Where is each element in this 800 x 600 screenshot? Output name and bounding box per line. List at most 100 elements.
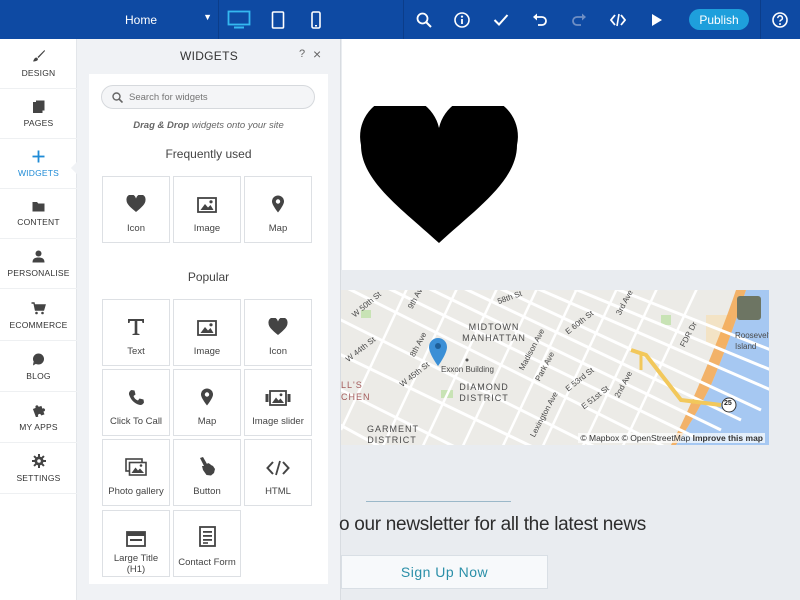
widget-tile-label: Image [193, 223, 221, 234]
improve-map-link[interactable]: Improve this map [693, 433, 763, 443]
image-icon [197, 320, 217, 336]
map-label: Roosevelt Island [735, 331, 769, 351]
nav-item-widgets[interactable]: WIDGETS [0, 139, 77, 189]
text-icon [128, 319, 144, 335]
tablet-view-button[interactable] [264, 0, 292, 39]
widget-tile-button[interactable]: Button [173, 439, 241, 506]
sign-up-button[interactable]: Sign Up Now [341, 555, 548, 589]
panel-close-button[interactable]: × [313, 46, 321, 62]
widget-tile-icon[interactable]: Icon [102, 176, 170, 243]
nav-item-blog[interactable]: BLOG [0, 342, 77, 392]
widget-tile-label: Icon [269, 346, 287, 357]
newsletter-divider [366, 501, 511, 502]
widget-tile-label: Text [127, 346, 145, 357]
map-label: CHEN [341, 392, 371, 402]
nav-item-my-apps[interactable]: MY APPS [0, 393, 77, 443]
info-button[interactable] [450, 0, 474, 39]
map-label: MIDTOWN MANHATTAN [462, 322, 526, 343]
panel-help-button[interactable]: ? [299, 48, 305, 60]
widget-tile-contact-form[interactable]: Contact Form [173, 510, 241, 577]
nav-item-label: DESIGN [21, 68, 56, 78]
page-selector-value: Home [125, 12, 158, 27]
widget-tile-html[interactable]: HTML [244, 439, 312, 506]
widget-tile-map[interactable]: Map [244, 176, 312, 243]
widget-tile-photo-gallery[interactable]: Photo gallery [102, 439, 170, 506]
toolbar-separator [403, 0, 404, 39]
map-label: DIAMOND DISTRICT [459, 382, 509, 403]
redo-button[interactable] [567, 0, 591, 39]
widget-tile-map[interactable]: Map [173, 369, 241, 436]
toolbar-separator [218, 0, 219, 39]
map-widget[interactable]: W 50th St 9th Ave 58th St E 60th St 3rd … [341, 290, 769, 445]
widget-tile-text[interactable]: Text [102, 299, 170, 366]
chevron-down-icon: ▼ [203, 12, 212, 22]
pages-icon [32, 100, 44, 113]
newsletter-heading[interactable]: o our newsletter for all the latest news [339, 514, 646, 536]
page-selector[interactable]: Home ▼ [114, 0, 218, 39]
widget-tile-large-title[interactable]: Large Title (H1) [102, 510, 170, 577]
nav-item-settings[interactable]: SETTINGS [0, 444, 77, 494]
help-icon [772, 11, 788, 28]
widgets-card: Drag & Drop widgets onto your site Frequ… [89, 74, 328, 584]
folder-icon [32, 201, 45, 211]
widget-tile-label: Button [193, 486, 221, 497]
search-icon [112, 91, 123, 103]
widget-tile-image[interactable]: Image [173, 176, 241, 243]
title-box-icon [126, 531, 146, 547]
widget-tile-label: Large Title (H1) [113, 553, 159, 575]
popular-title: Popular [187, 270, 230, 284]
widget-tile-image-slider[interactable]: Image slider [244, 369, 312, 436]
widget-search-input[interactable] [129, 91, 299, 103]
undo-button[interactable] [528, 0, 552, 39]
heart-icon [126, 195, 146, 212]
widget-tile-icon[interactable]: Icon [244, 299, 312, 366]
code-icon [266, 460, 290, 476]
heart-icon [268, 318, 288, 335]
publish-button[interactable]: Publish [689, 9, 749, 30]
check-button[interactable] [489, 0, 513, 39]
nav-item-content[interactable]: CONTENT [0, 189, 77, 239]
hint-bold: Drag & Drop [133, 120, 190, 131]
nav-item-label: ECOMMERCE [9, 319, 68, 330]
top-toolbar: Home ▼ Publish [0, 0, 800, 39]
redo-icon [572, 13, 586, 26]
nav-item-label: PERSONALISE [7, 267, 70, 278]
map-attribution: © Mapbox © OpenStreetMap Improve this ma… [578, 433, 765, 443]
nav-item-pages[interactable]: PAGES [0, 89, 77, 139]
desktop-view-button[interactable] [222, 0, 256, 39]
nav-item-ecommerce[interactable]: ECOMMERCE [0, 291, 77, 341]
widget-tile-label: Photo gallery [108, 486, 164, 497]
code-icon [610, 13, 626, 26]
nav-item-design[interactable]: DESIGN [0, 39, 77, 89]
hand-pointer-icon [200, 457, 215, 476]
nav-item-label: BLOG [26, 370, 51, 381]
search-button[interactable] [412, 0, 436, 39]
nav-item-label: CONTENT [17, 216, 60, 227]
desktop-icon [227, 10, 251, 28]
frequently-used-title: Frequently used [165, 147, 252, 161]
hint-text: widgets onto your site [189, 120, 284, 131]
map-label: Exxon Building [441, 365, 494, 374]
preview-button[interactable] [646, 0, 668, 39]
puzzle-icon [32, 405, 45, 417]
photo-gallery-icon [125, 458, 147, 476]
help-button[interactable] [768, 0, 792, 39]
widget-tile-label: Contact Form [178, 557, 236, 568]
map-label: LL'S [341, 380, 363, 390]
widget-tile-label: Map [268, 223, 288, 234]
widget-tile-image[interactable]: Image [173, 299, 241, 366]
widget-tile-click-to-call[interactable]: Click To Call [102, 369, 170, 436]
cart-icon [31, 301, 46, 314]
code-view-button[interactable] [606, 0, 630, 39]
toolbar-separator [760, 0, 761, 39]
mobile-view-button[interactable] [304, 0, 328, 39]
heart-icon[interactable] [360, 106, 518, 244]
nav-item-label: WIDGETS [17, 167, 60, 178]
nav-item-personalise[interactable]: PERSONALISE [0, 239, 77, 289]
widget-tile-label: HTML [265, 486, 291, 497]
play-icon [652, 13, 662, 26]
widget-search-box[interactable] [101, 85, 315, 109]
info-icon [454, 11, 470, 28]
map-attribution-text[interactable]: © Mapbox © OpenStreetMap [580, 433, 690, 443]
map-pin-icon [272, 195, 284, 213]
